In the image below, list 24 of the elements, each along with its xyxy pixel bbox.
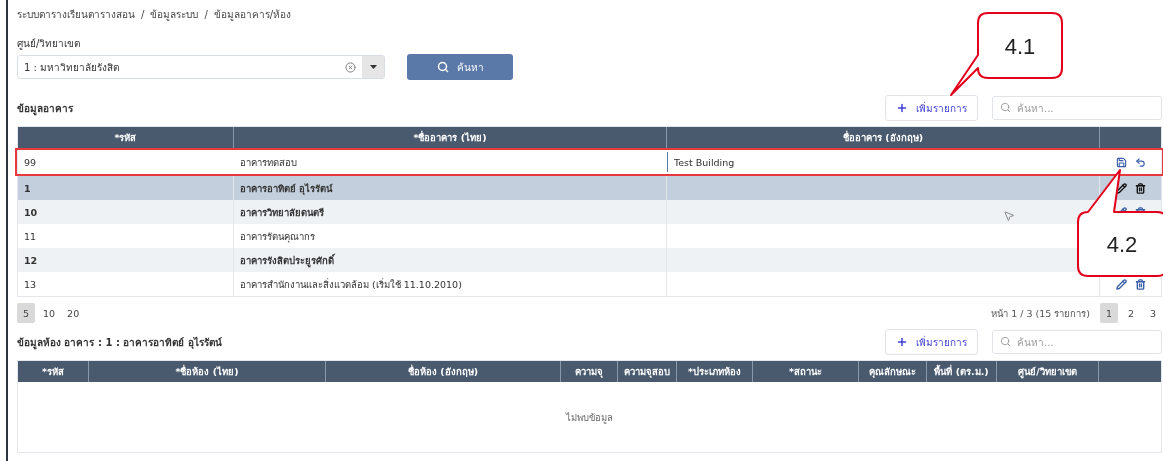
column-header: *รหัส <box>18 361 89 382</box>
column-header: ชื่ออาคาร (อังกฤษ) <box>667 127 1100 148</box>
section-title: ข้อมูลห้อง อาคาร : 1 : อาคารอาทิตย์ อุไรรัตน์ <box>17 335 222 350</box>
table-cell: อาคารสำนักงานและสิ่งแวดล้อม (เริ่มใช้ 11.10.2010) <box>234 272 667 296</box>
column-header: ชื่อห้อง (อังกฤษ) <box>326 361 561 382</box>
column-header: *ชื่ออาคาร (ไทย) <box>234 127 667 148</box>
column-header: ศูนย์/วิทยาเขต <box>997 361 1099 382</box>
breadcrumb-separator: / <box>204 8 208 20</box>
page-info: หน้า 1 / 3 (15 รายการ) <box>991 306 1090 321</box>
column-header: *สถานะ <box>753 361 859 382</box>
breadcrumb-separator: / <box>141 8 145 20</box>
column-header: คุณลักษณะ <box>859 361 927 382</box>
column-header: ความจุสอบ <box>618 361 677 382</box>
field-label: ศูนย์/วิทยาเขต <box>17 37 81 51</box>
column-header: *ชื่อห้อง (ไทย) <box>89 361 326 382</box>
column-header: *รหัส <box>18 127 234 148</box>
callout-tooltip: 4.2 <box>1077 169 1163 277</box>
section-title: ข้อมูลอาคาร <box>17 101 73 116</box>
table-cell: 13 <box>18 272 234 296</box>
column-header: ความจุ <box>561 361 618 382</box>
column-header: *ประเภทห้อง <box>677 361 753 382</box>
column-header: พื้นที่ (ตร.ม.) <box>927 361 997 382</box>
empty-message: ไม่พบข้อมูล <box>566 410 613 425</box>
callout-tooltip: 4.1 <box>950 12 1063 96</box>
